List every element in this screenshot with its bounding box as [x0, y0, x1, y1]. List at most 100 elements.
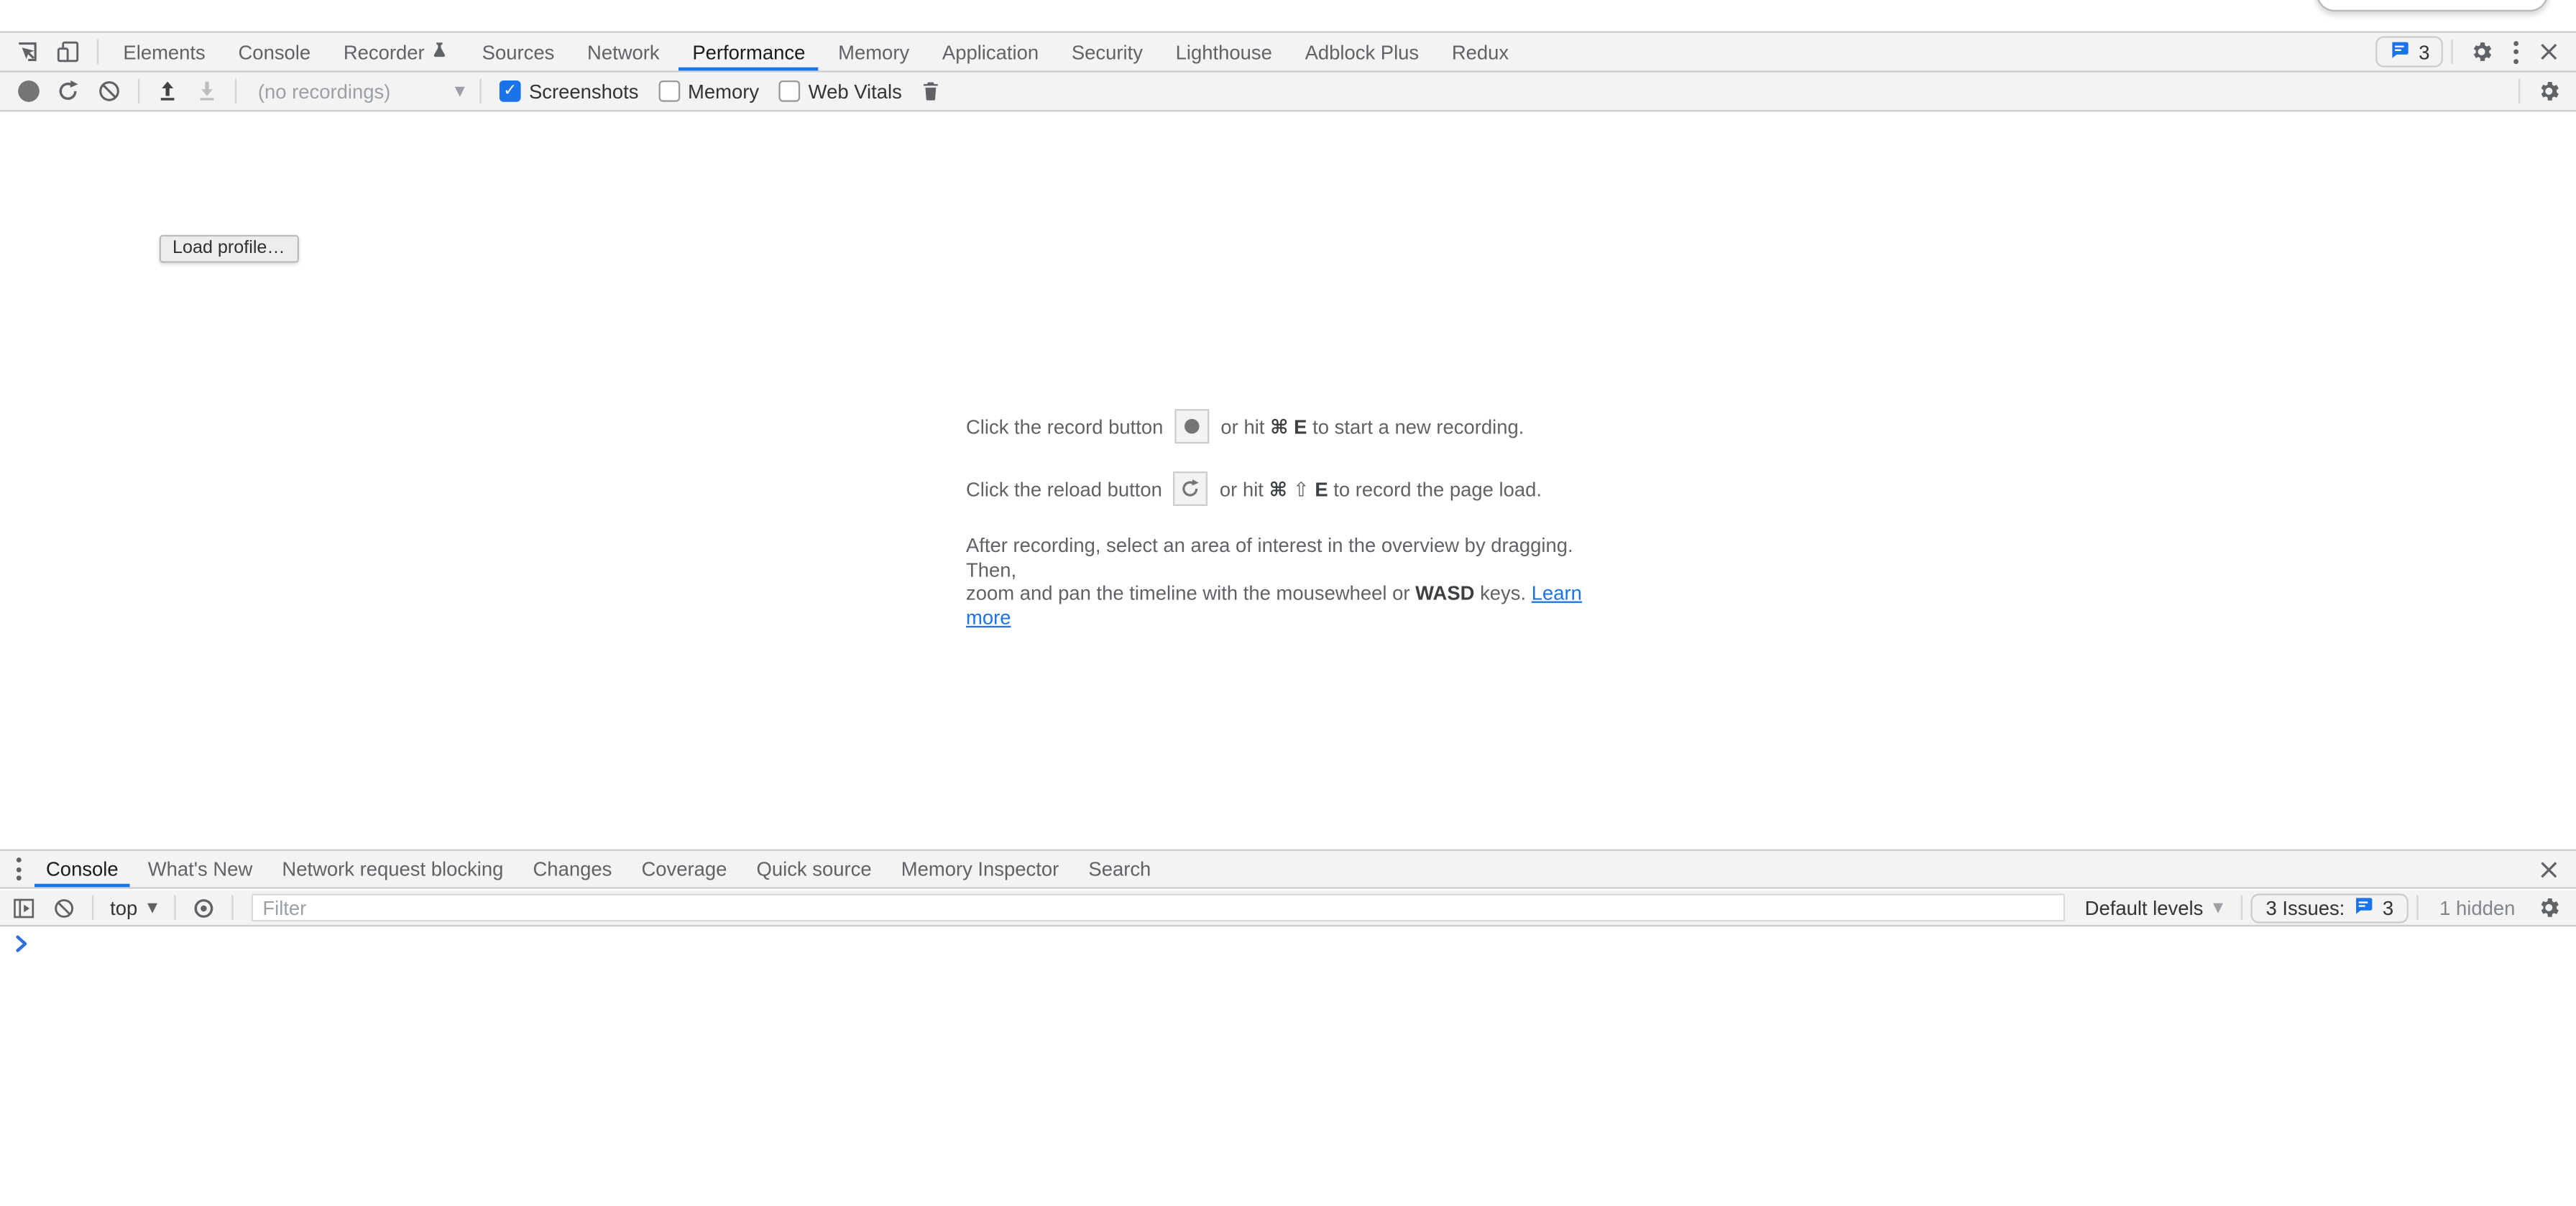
issues-bubble-icon	[2353, 895, 2375, 921]
console-prompt-icon[interactable]	[13, 935, 31, 958]
chevron-down-icon: ▼	[147, 901, 157, 916]
e-key: E	[1294, 415, 1307, 438]
tab-memory[interactable]: Memory	[822, 33, 926, 71]
checkbox-unchecked-icon	[779, 80, 801, 102]
settings-gear-icon[interactable]	[2461, 33, 2502, 71]
recordings-select-label: (no recordings)	[258, 80, 390, 103]
divider	[92, 896, 93, 920]
divider	[174, 896, 175, 920]
drawer-right-controls	[2530, 851, 2576, 887]
divider	[2241, 896, 2242, 920]
console-toolbar: top ▼ Default levels ▼ 3 Issues: 3 1 hid…	[0, 890, 2576, 926]
hidden-messages-label: 1 hidden	[2426, 896, 2529, 919]
drawer-tab-coverage[interactable]: Coverage	[627, 851, 742, 887]
tab-network[interactable]: Network	[571, 33, 676, 71]
tab-application[interactable]: Application	[926, 33, 1055, 71]
landing-paragraph: After recording, select an area of inter…	[966, 534, 1610, 630]
drawer-tab-changes[interactable]: Changes	[518, 851, 627, 887]
divider	[138, 79, 139, 103]
divider	[2416, 896, 2418, 920]
screenshots-label: Screenshots	[529, 80, 638, 103]
drawer-tab-search[interactable]: Search	[1074, 851, 1166, 887]
levels-label: Default levels	[2085, 896, 2204, 919]
tab-recorder[interactable]: Recorder	[327, 33, 466, 71]
issues-count: 3	[2419, 40, 2429, 63]
record-hint-row: Click the record button or hit ⌘ E to st…	[966, 409, 1610, 443]
tab-lighthouse[interactable]: Lighthouse	[1159, 33, 1289, 71]
inspect-element-icon[interactable]	[6, 33, 47, 71]
device-toolbar-icon[interactable]	[47, 33, 88, 71]
divider	[2451, 40, 2452, 64]
capture-settings-gear-icon[interactable]	[2529, 73, 2570, 111]
close-drawer-icon[interactable]	[2530, 851, 2568, 887]
divider	[235, 79, 236, 103]
checkbox-checked-icon: ✓	[500, 80, 521, 102]
drawer-tab-whats-new[interactable]: What's New	[133, 851, 267, 887]
drawer-tabbar: Console What's New Network request block…	[0, 850, 2576, 889]
record-icon	[1184, 419, 1200, 434]
save-profile-icon[interactable]	[188, 73, 227, 111]
issues-counter-button[interactable]: 3	[2376, 36, 2443, 67]
record-button[interactable]	[10, 73, 48, 111]
eye-icon[interactable]	[184, 890, 224, 925]
performance-landing: Load profile… Click the record button or…	[0, 111, 2576, 849]
console-toolbar-right: Default levels ▼ 3 Issues: 3 1 hidden	[2075, 890, 2576, 925]
memory-checkbox[interactable]: Memory	[648, 80, 769, 103]
load-profile-icon[interactable]	[148, 73, 188, 111]
devtools-tabbar: Elements Console Recorder Sources Networ…	[0, 31, 2576, 72]
console-sidebar-toggle-icon[interactable]	[4, 890, 45, 925]
clear-recordings-icon[interactable]	[88, 73, 129, 111]
console-messages-area[interactable]	[0, 928, 2576, 1205]
reload-and-record-button[interactable]	[47, 73, 88, 111]
tab-security[interactable]: Security	[1055, 33, 1159, 71]
issues-count: 3	[2383, 896, 2393, 919]
reload-hint-row: Click the reload button or hit ⌘ ⇧ E to …	[966, 471, 1610, 506]
drawer-tab-network-request-blocking[interactable]: Network request blocking	[267, 851, 518, 887]
tabbar-right-controls: 3	[2376, 33, 2576, 71]
console-filter-input[interactable]	[251, 893, 2065, 921]
chevron-down-icon: ▼	[2213, 901, 2223, 916]
tab-performance[interactable]: Performance	[676, 33, 822, 71]
load-profile-tooltip: Load profile…	[160, 235, 298, 263]
record-button-example[interactable]	[1174, 409, 1209, 443]
tab-adblock-plus[interactable]: Adblock Plus	[1289, 33, 1435, 71]
landing-instructions: Click the record button or hit ⌘ E to st…	[0, 409, 2576, 629]
context-label: top	[110, 896, 137, 919]
reload-button-example[interactable]	[1174, 471, 1208, 506]
log-levels-select[interactable]: Default levels ▼	[2075, 896, 2233, 919]
execution-context-select[interactable]: top ▼	[102, 896, 166, 919]
drawer-tab-console[interactable]: Console	[31, 851, 133, 887]
tab-sources[interactable]: Sources	[466, 33, 571, 71]
recordings-select[interactable]: (no recordings) ▼	[245, 80, 472, 103]
flask-icon	[431, 39, 449, 65]
tab-console[interactable]: Console	[222, 33, 327, 71]
cmd-key: ⌘	[1270, 415, 1288, 438]
divider	[231, 896, 233, 920]
issues-counter-button[interactable]: 3 Issues: 3	[2251, 893, 2409, 922]
performance-toolbar: (no recordings) ▼ ✓ Screenshots Memory W…	[0, 73, 2576, 112]
drawer-tab-quick-source[interactable]: Quick source	[742, 851, 886, 887]
tab-elements[interactable]: Elements	[107, 33, 222, 71]
kebab-menu-icon[interactable]	[2502, 40, 2530, 63]
divider	[2518, 79, 2520, 103]
trash-icon[interactable]	[912, 73, 950, 111]
cmd-key: ⌘	[1269, 477, 1287, 500]
drawer-tab-memory-inspector[interactable]: Memory Inspector	[886, 851, 1074, 887]
issues-bubble-icon	[2389, 39, 2411, 65]
wasd-keys: WASD	[1415, 581, 1474, 604]
console-settings-gear-icon[interactable]	[2529, 890, 2570, 925]
issues-label: 3 Issues:	[2266, 896, 2345, 919]
devtools-window: Elements Console Recorder Sources Networ…	[0, 0, 2576, 1206]
tab-redux[interactable]: Redux	[1435, 33, 1525, 71]
clear-console-icon[interactable]	[45, 890, 84, 925]
web-vitals-checkbox[interactable]: Web Vitals	[769, 80, 912, 103]
screenshots-checkbox[interactable]: ✓ Screenshots	[489, 80, 648, 103]
toolbar-right-controls	[2511, 73, 2576, 111]
e-key: E	[1315, 477, 1328, 500]
browser-popup-cutoff	[2317, 0, 2548, 11]
close-devtools-icon[interactable]	[2530, 33, 2568, 71]
memory-label: Memory	[688, 80, 759, 103]
checkbox-unchecked-icon	[658, 80, 680, 102]
drawer-kebab-menu-icon[interactable]	[0, 857, 31, 880]
web-vitals-label: Web Vitals	[809, 80, 902, 103]
